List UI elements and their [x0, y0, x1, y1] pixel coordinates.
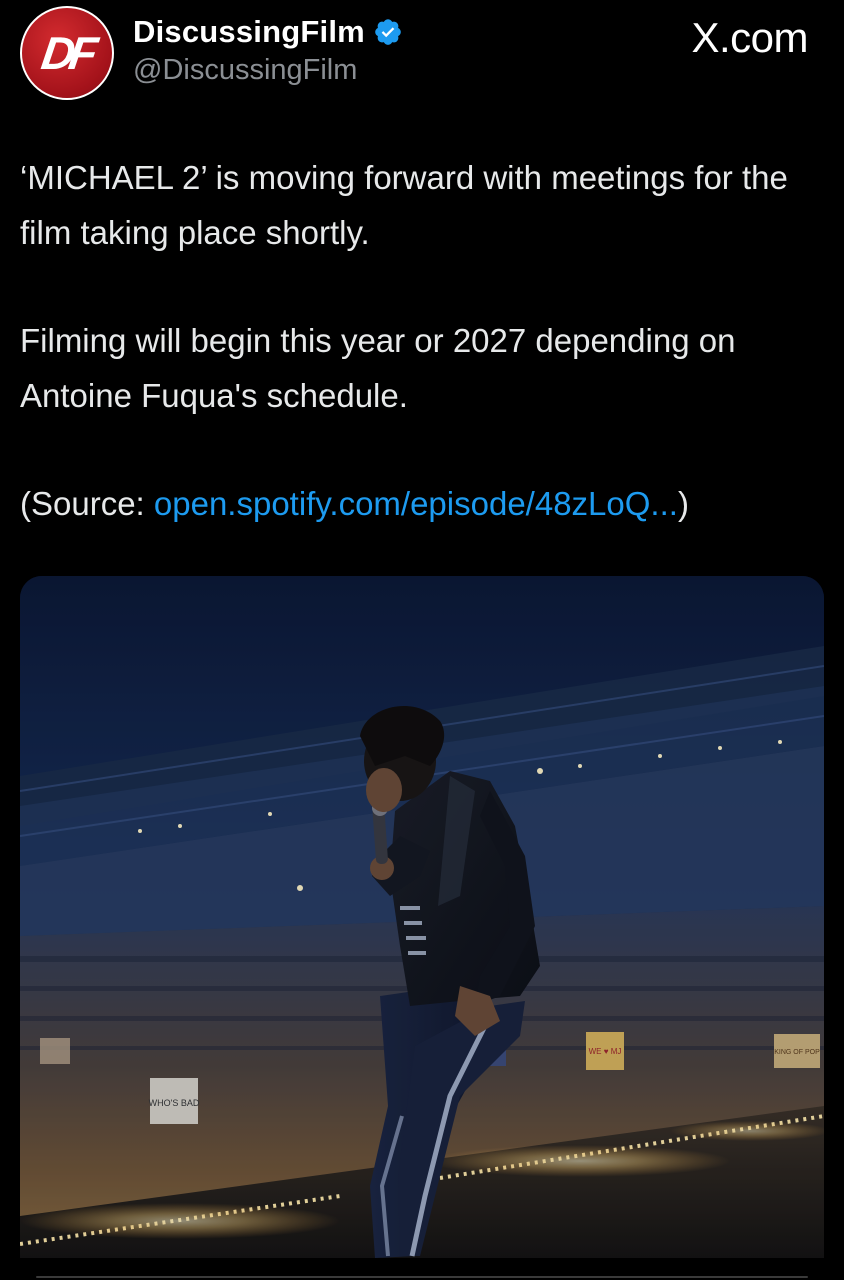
concert-photo: WHO'S BAD WE ♥ MJ KING OF POP [20, 576, 824, 1258]
site-watermark: X.com [691, 14, 808, 61]
source-prefix: (Source: [20, 485, 154, 522]
tweet-text: ‘MICHAEL 2’ is moving forward with meeti… [20, 150, 830, 531]
tweet-media-image[interactable]: WHO'S BAD WE ♥ MJ KING OF POP [20, 576, 824, 1258]
tweet-paragraph-1: ‘MICHAEL 2’ is moving forward with meeti… [20, 159, 788, 251]
display-name-row: DiscussingFilm [133, 14, 403, 50]
tweet-source-line: (Source: open.spotify.com/episode/48zLoQ… [20, 476, 830, 531]
tweet-screenshot: DF DiscussingFilm @DiscussingFilm X.com … [0, 0, 844, 1280]
display-name[interactable]: DiscussingFilm [133, 14, 365, 50]
source-link[interactable]: open.spotify.com/episode/48zLoQ... [154, 485, 678, 522]
avatar-logo-letters: DF [38, 27, 96, 79]
verified-badge-icon [375, 19, 401, 45]
tweet-paragraph-2: Filming will begin this year or 2027 dep… [20, 322, 736, 414]
tweet-header: DF DiscussingFilm @DiscussingFilm X.com [0, 0, 844, 110]
bottom-divider [36, 1276, 808, 1278]
source-suffix: ) [677, 485, 689, 522]
avatar[interactable]: DF [20, 6, 114, 100]
user-handle[interactable]: @DiscussingFilm [133, 54, 357, 87]
